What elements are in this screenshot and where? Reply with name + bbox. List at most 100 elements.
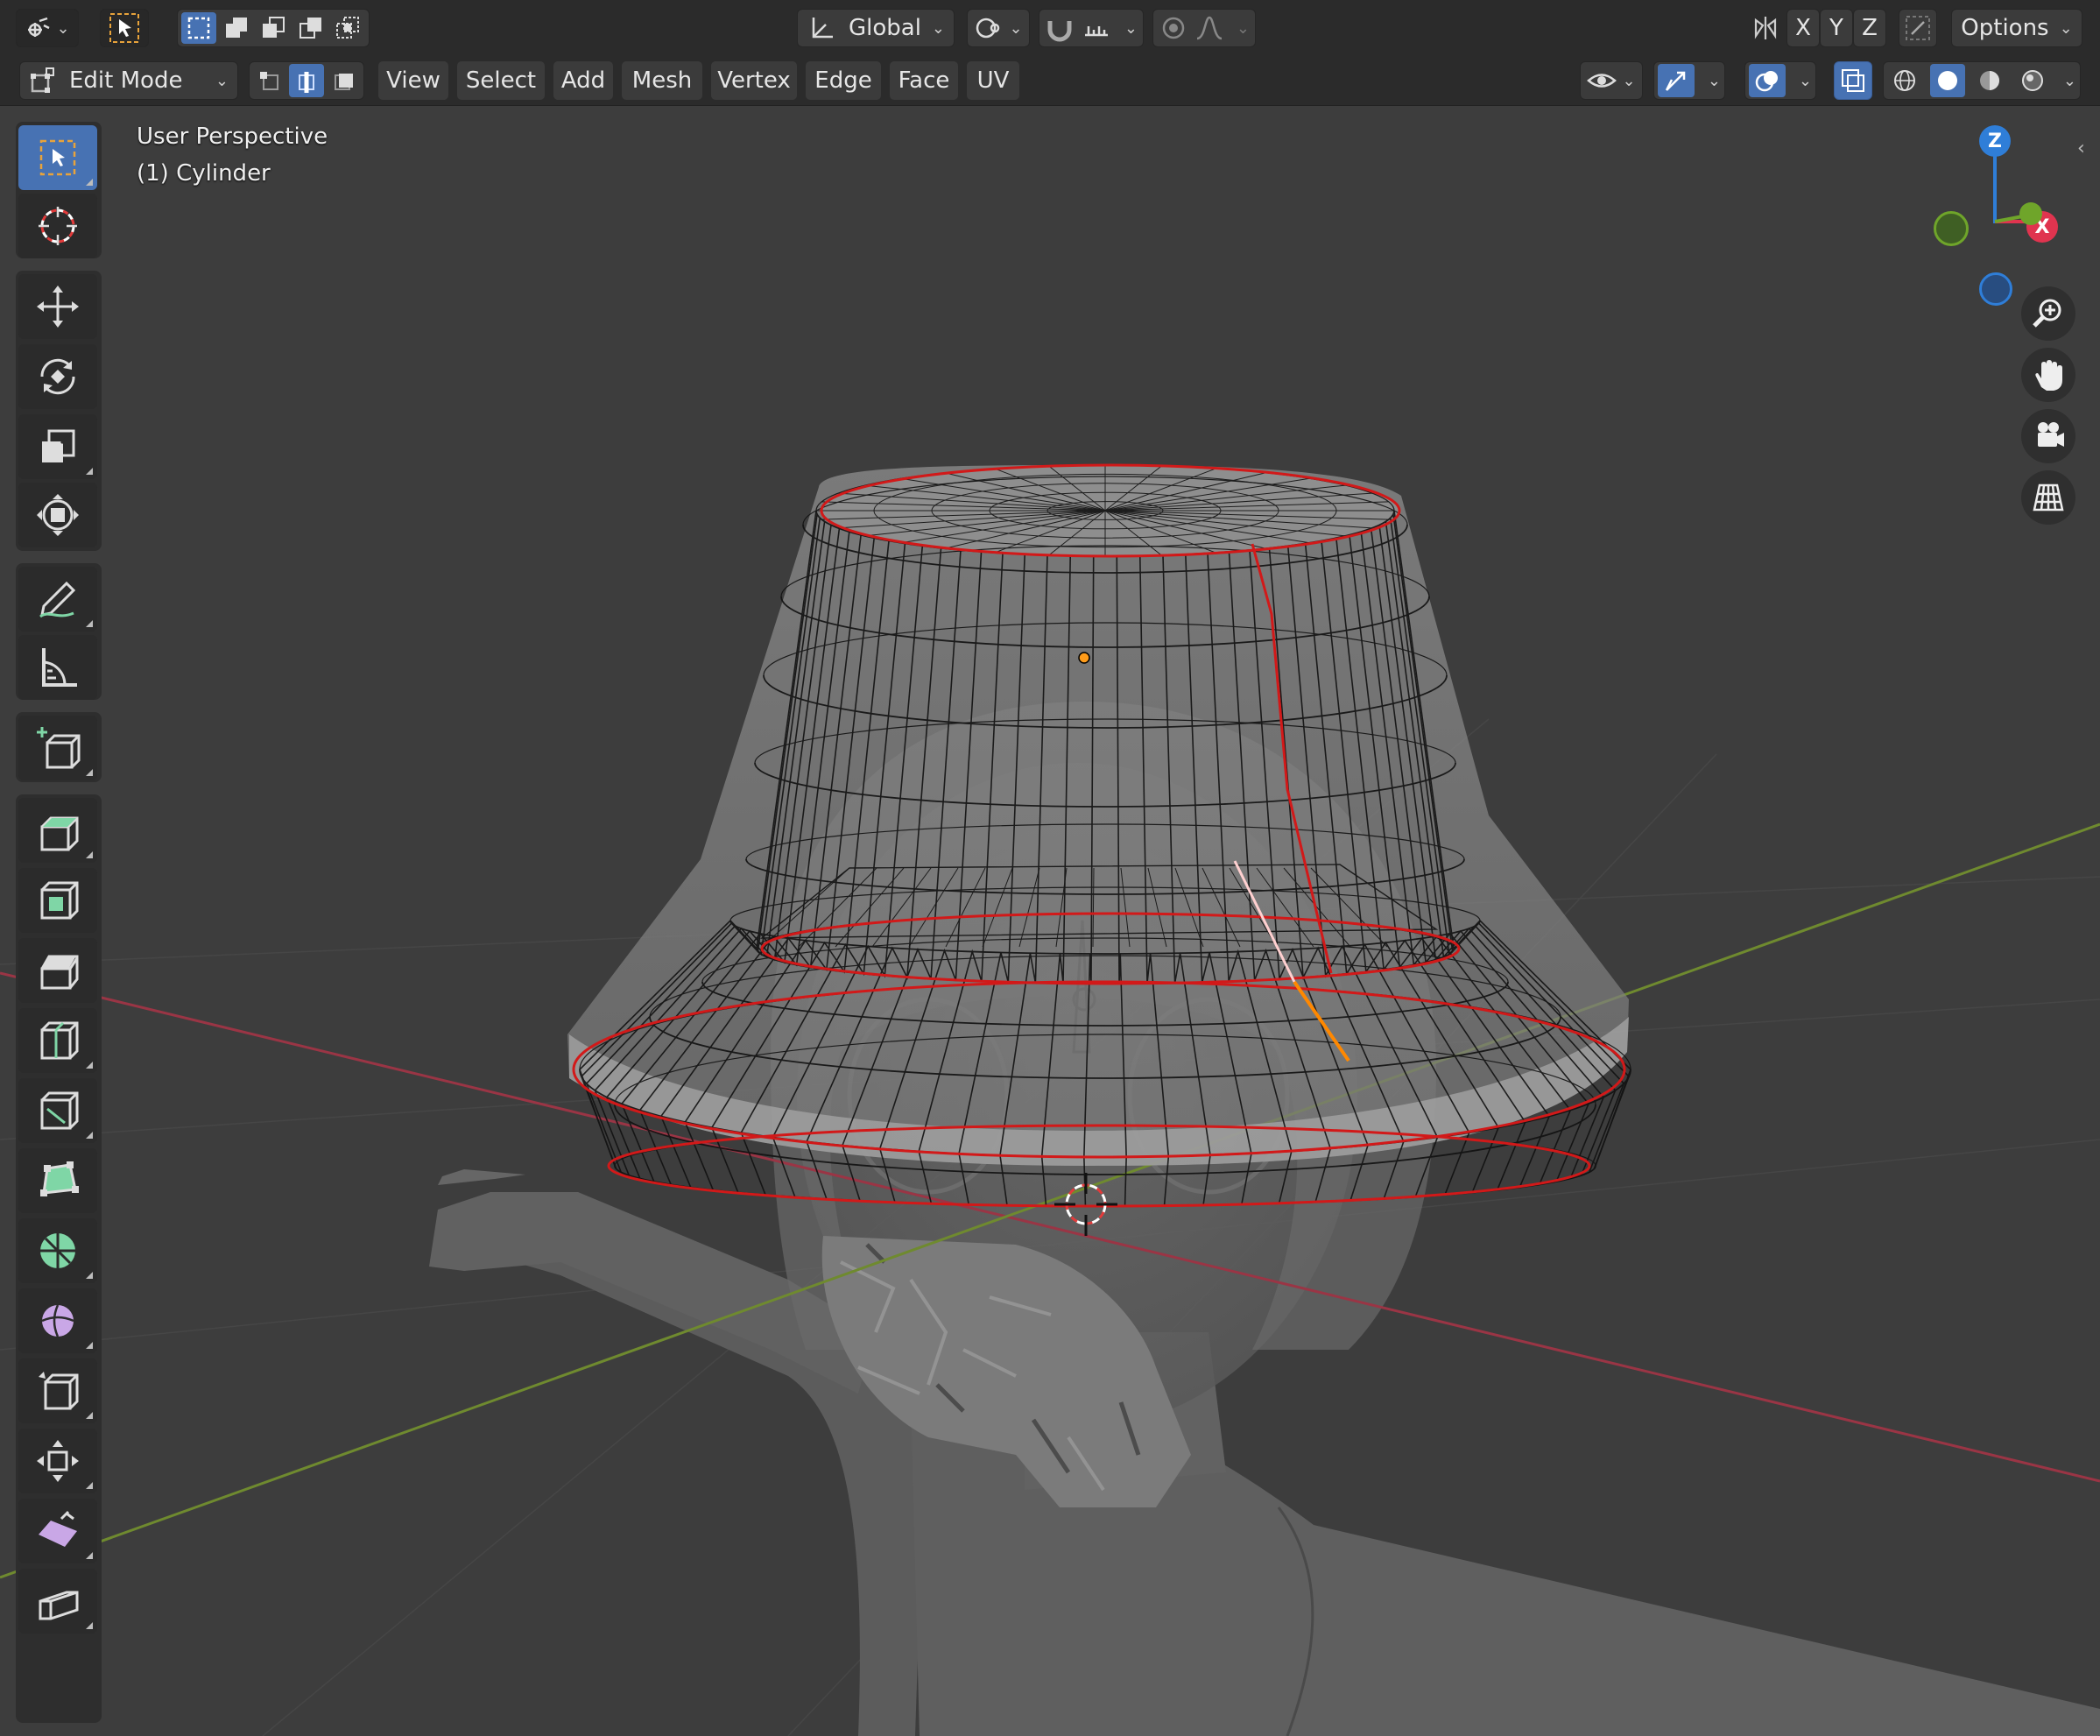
mirror-z-toggle[interactable]: Z (1853, 9, 1886, 47)
tool-rotate[interactable] (18, 344, 97, 409)
mode-label: Edit Mode (69, 67, 183, 94)
tool-scale[interactable] (18, 414, 97, 479)
camera-icon (2038, 422, 2064, 447)
navigation-gizmo[interactable]: Z X (1918, 123, 2058, 316)
transform-icon (37, 494, 79, 536)
pan-button[interactable] (2021, 348, 2075, 402)
chevron-down-icon[interactable]: ⌄ (2063, 72, 2076, 90)
select-extend-button[interactable] (219, 12, 254, 44)
tool-variants-indicator (86, 1272, 93, 1279)
tool-poly-build[interactable] (18, 1148, 97, 1213)
menu-vertex[interactable]: Vertex (711, 61, 797, 100)
grid-perspective-icon (2033, 483, 2064, 512)
tool-shear[interactable] (18, 1499, 97, 1563)
show-gizmo-button[interactable] (1658, 64, 1695, 97)
camera-view-button[interactable] (2021, 409, 2075, 463)
menu-add[interactable]: Add (553, 61, 613, 100)
vertex-select-button[interactable] (253, 64, 288, 97)
tool-move[interactable] (18, 274, 97, 339)
3d-cursor-icon (39, 207, 77, 245)
menu-edge[interactable]: Edge (806, 61, 881, 100)
tool-rip-region[interactable] (18, 1569, 97, 1634)
viewport-header: Edit Mode ⌄ View Select Add Mesh Vertex … (0, 56, 2100, 106)
editor-type-button[interactable]: ⌄ (16, 9, 79, 47)
wireframe-shading-button[interactable] (1887, 64, 1922, 97)
overlay-toggle-group: ⌄ (1744, 61, 1816, 100)
tool-annotate[interactable] (18, 567, 97, 632)
tool-variants-indicator (86, 1552, 93, 1559)
select-box-icon (39, 139, 76, 176)
tool-edge-slide[interactable] (18, 1358, 97, 1423)
tool-variants-indicator (86, 620, 93, 627)
tool-inset-faces[interactable] (18, 868, 97, 933)
select-invert-icon (299, 18, 321, 39)
auto-merge-icon (1906, 16, 1930, 40)
sidebar-toggle[interactable]: ‹ (2077, 138, 2095, 162)
transform-orientation-dropdown[interactable]: Global ⌄ (797, 9, 955, 47)
axis-y-label: Y (1829, 15, 1843, 41)
tool-transform[interactable] (18, 483, 97, 547)
tool-extrude-region[interactable] (18, 798, 97, 863)
menu-face[interactable]: Face (890, 61, 958, 100)
rendered-shading-button[interactable] (2015, 64, 2050, 97)
gizmo-y-axis[interactable] (2019, 202, 2042, 225)
mirror-toggle[interactable] (1746, 9, 1785, 47)
mode-dropdown[interactable]: Edit Mode ⌄ (19, 61, 238, 100)
menu-view[interactable]: View (378, 61, 448, 100)
menu-uv[interactable]: UV (967, 61, 1019, 100)
tool-cursor[interactable] (18, 194, 97, 258)
overlays-icon (1755, 71, 1778, 92)
tool-variants-indicator (86, 1062, 93, 1069)
tool-add-cube[interactable] (18, 716, 97, 780)
falloff-curve-icon[interactable] (1194, 14, 1224, 42)
menu-mesh[interactable]: Mesh (622, 61, 702, 100)
chevron-down-icon: ⌄ (2059, 18, 2073, 38)
select-invert-button[interactable] (293, 12, 328, 44)
tool-spin[interactable] (18, 1218, 97, 1283)
material-shading-button[interactable] (1972, 64, 2007, 97)
gizmo-z-axis[interactable]: Z (1979, 125, 2011, 157)
tool-variants-indicator (86, 769, 93, 776)
select-subtract-button[interactable] (256, 12, 291, 44)
menu-select[interactable]: Select (457, 61, 545, 100)
select-tool-button[interactable] (100, 9, 149, 47)
gizmo-z-label: Z (1988, 130, 2002, 152)
edge-select-icon (299, 72, 314, 93)
chevron-down-icon[interactable]: ⌄ (1708, 72, 1721, 90)
tool-select-box[interactable] (18, 125, 97, 190)
chevron-down-icon: ⌄ (1622, 71, 1636, 90)
show-overlays-button[interactable] (1749, 64, 1786, 97)
pivot-point-dropdown[interactable]: ⌄ (967, 9, 1030, 47)
chevron-down-icon[interactable]: ⌄ (1124, 19, 1138, 38)
options-dropdown[interactable]: Options ⌄ (1951, 9, 2082, 47)
edge-select-button[interactable] (289, 64, 324, 97)
perspective-toggle-button[interactable] (2021, 470, 2075, 525)
gizmo-neg-z-axis[interactable] (1979, 272, 2012, 306)
3d-viewport[interactable]: User Perspective (1) Cylinder Z X ‹ (0, 106, 2100, 1736)
xray-toggle[interactable] (1834, 61, 1872, 100)
select-new-button[interactable] (181, 12, 216, 44)
tool-smooth[interactable] (18, 1288, 97, 1353)
gizmo-neg-y-axis[interactable] (1934, 211, 1969, 246)
visibility-dropdown[interactable]: ⌄ (1580, 61, 1643, 100)
tool-loop-cut[interactable] (18, 1008, 97, 1073)
magnet-icon[interactable] (1045, 14, 1075, 42)
face-select-button[interactable] (325, 64, 360, 97)
tool-bevel[interactable] (18, 938, 97, 1003)
butterfly-mirror-icon (1754, 17, 1777, 39)
mirror-x-toggle[interactable]: X (1786, 9, 1820, 47)
tool-measure[interactable] (18, 635, 97, 700)
select-intersect-button[interactable] (330, 12, 365, 44)
snapping-group: ⌄ (1039, 9, 1144, 47)
auto-merge-toggle[interactable] (1899, 9, 1937, 47)
solid-shading-button[interactable] (1929, 64, 1965, 97)
chevron-down-icon[interactable]: ⌄ (1799, 72, 1812, 90)
tool-shrink-fatten[interactable] (18, 1429, 97, 1493)
zoom-button[interactable] (2021, 286, 2075, 341)
menu-label: Mesh (631, 67, 693, 94)
snap-increment-icon[interactable] (1082, 14, 1111, 42)
proportional-editing-icon[interactable] (1159, 14, 1188, 42)
tool-knife[interactable] (18, 1078, 97, 1143)
mirror-y-toggle[interactable]: Y (1820, 9, 1853, 47)
chevron-down-icon[interactable]: ⌄ (1237, 19, 1250, 38)
